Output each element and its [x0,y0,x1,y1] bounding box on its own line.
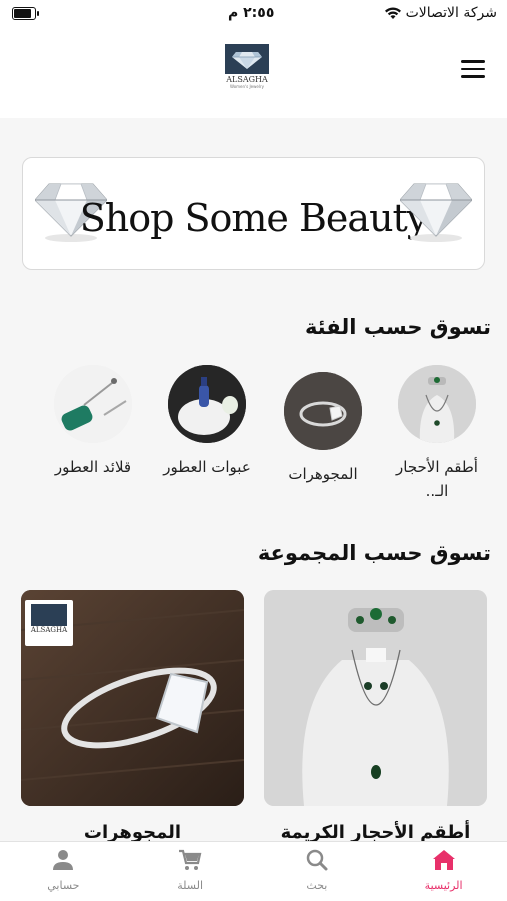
collections-heading: تسوق حسب المجموعة [257,541,491,565]
category-item-gemstone-sets[interactable]: أطقم الأحجار الـ.. [389,365,485,503]
tab-label: بحث [306,879,328,892]
brand-watermark-logo: ALSAGHA [25,600,73,646]
categories-heading: تسوق حسب الفئة [304,315,491,339]
collection-card-gemstone-sets[interactable] [264,590,487,806]
tab-label: حسابي [47,879,80,892]
logo-text: ALSAGHA [226,75,268,84]
battery-icon [12,7,39,20]
promo-banner[interactable]: Shop Some Beauty [22,157,485,270]
collection-label: المجوهرات [83,822,182,843]
diamond-logo-icon [225,44,269,74]
category-label: قلائد العطور [54,458,132,476]
category-item-perfume-necklaces[interactable]: قلائد العطور [45,365,141,479]
category-label: عبوات العطور [163,458,251,476]
category-label: أطقم الأحجار الـ.. [396,458,478,500]
collection-card-jewelry[interactable]: ALSAGHA [21,590,244,806]
tab-label: الرئيسية [424,879,463,892]
carrier-name: شركة الاتصالات [405,5,497,21]
brand-logo[interactable]: ALSAGHA Women's Jewelry [222,44,272,92]
status-time: ٢:٥٥ م [228,5,275,21]
collection-label: أطقم الأحجار الكريمة [280,822,471,843]
search-icon [306,849,328,871]
person-icon [53,850,74,870]
hamburger-icon [461,60,485,63]
tab-home[interactable]: الرئيسية [380,842,507,901]
category-label: المجوهرات [288,465,358,483]
status-carrier: شركة الاتصالات [384,5,497,21]
collection-image-gemstone-set [264,590,487,806]
hamburger-menu-button[interactable] [461,60,485,80]
tab-account[interactable]: حسابي [0,842,127,901]
bottom-tab-bar: الرئيسية بحث السلة حسابي [0,841,507,901]
category-image-necklace-set [398,365,476,443]
wifi-icon [384,7,401,19]
home-icon [432,850,455,870]
logo-subtext: Women's Jewelry [229,84,264,89]
category-item-jewelry[interactable]: المجوهرات [275,372,371,486]
app-header: ALSAGHA Women's Jewelry [0,30,507,118]
cart-icon [179,849,202,870]
category-image-perfume-bottle [168,365,246,443]
category-image-perfume-necklace [54,365,132,443]
tab-label: السلة [177,879,203,892]
diamond-icon [400,183,472,242]
category-image-ring [284,372,362,450]
tab-search[interactable]: بحث [254,842,381,901]
category-item-perfume-bottles[interactable]: عبوات العطور [159,365,255,479]
status-bar: ٢:٥٥ م شركة الاتصالات [0,0,507,30]
tab-cart[interactable]: السلة [127,842,254,901]
